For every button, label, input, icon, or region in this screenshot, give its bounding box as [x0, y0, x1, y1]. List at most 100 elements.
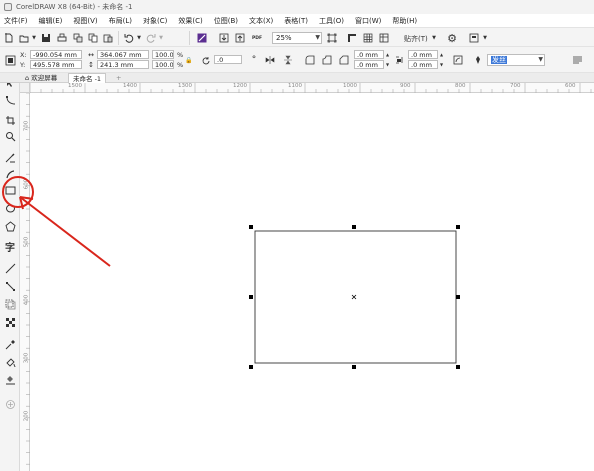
- corner-radius-bottom-right[interactable]: .0 mm: [408, 60, 438, 69]
- show-rulers-icon[interactable]: [346, 32, 358, 44]
- save-icon[interactable]: [40, 32, 52, 44]
- menu-window[interactable]: 窗口(W): [355, 16, 381, 26]
- launcher-dropdown-icon[interactable]: ▼: [482, 33, 488, 43]
- add-tab-button[interactable]: +: [112, 73, 125, 83]
- redo-icon[interactable]: [145, 32, 157, 44]
- vertical-ruler[interactable]: 700 600 500 400 300 200: [20, 93, 30, 471]
- menu-object[interactable]: 对象(C): [143, 16, 167, 26]
- selection-handle[interactable]: [352, 365, 356, 369]
- show-guidelines-icon[interactable]: [378, 32, 390, 44]
- spinner-arrows-icon[interactable]: ▲: [385, 50, 390, 59]
- drop-shadow-tool-icon[interactable]: [3, 297, 17, 311]
- selection-handle[interactable]: [249, 365, 253, 369]
- undo-dropdown-icon[interactable]: ▼: [136, 33, 142, 43]
- ellipse-tool-icon[interactable]: [3, 201, 17, 215]
- text-tool-icon[interactable]: 字: [3, 239, 17, 254]
- snap-to-dropdown-icon[interactable]: ▼: [431, 33, 437, 43]
- menu-file[interactable]: 文件(F): [4, 16, 28, 26]
- transparency-tool-icon[interactable]: [3, 315, 17, 329]
- selection-handle[interactable]: [456, 365, 460, 369]
- shape-tool-icon[interactable]: [3, 93, 17, 107]
- snap-to-button[interactable]: 贴齐(T): [404, 34, 428, 44]
- undo-icon[interactable]: [123, 32, 135, 44]
- menu-edit[interactable]: 编辑(E): [39, 16, 63, 26]
- height-field[interactable]: 241.3 mm: [97, 60, 149, 69]
- redo-dropdown-icon[interactable]: ▼: [158, 33, 164, 43]
- selection-handle[interactable]: [352, 225, 356, 229]
- freehand-tool-icon[interactable]: [3, 151, 17, 165]
- menu-table[interactable]: 表格(T): [284, 16, 308, 26]
- color-eyedropper-tool-icon[interactable]: [3, 337, 17, 351]
- show-grid-icon[interactable]: [362, 32, 374, 44]
- y-position-field[interactable]: 495.578 mm: [30, 60, 82, 69]
- spinner-arrows-icon[interactable]: ▼: [385, 60, 390, 69]
- lock-ratio-icon[interactable]: 🔒: [185, 55, 193, 65]
- selection-handle[interactable]: [456, 295, 460, 299]
- chamfer-corner-icon[interactable]: [338, 54, 350, 66]
- options-gear-icon[interactable]: ⚙: [446, 32, 458, 45]
- tab-welcome-screen[interactable]: ⌂ 欢迎屏幕: [21, 73, 61, 83]
- copy-icon[interactable]: [87, 32, 99, 44]
- round-corner-icon[interactable]: [304, 54, 316, 66]
- open-folder-icon[interactable]: [18, 32, 30, 44]
- polygon-tool-icon[interactable]: [3, 219, 17, 233]
- zoom-level-combo[interactable]: 25% ▼: [272, 32, 322, 44]
- add-tool-plus-icon[interactable]: [3, 397, 17, 411]
- rectangle-shape[interactable]: [254, 230, 457, 364]
- rotation-angle-field[interactable]: .0: [214, 55, 242, 64]
- relative-corner-scaling-icon[interactable]: [452, 54, 464, 66]
- selection-handle[interactable]: [249, 225, 253, 229]
- horizontal-ruler[interactable]: 1500 1400 1300 1200 1100 1000 900 800 70…: [30, 83, 594, 93]
- ruler-label: 1100: [288, 83, 302, 89]
- corner-radius-bottom-left[interactable]: .0 mm: [354, 60, 384, 69]
- mirror-horizontal-icon[interactable]: [264, 54, 276, 66]
- spinner-arrows-icon[interactable]: ▲: [439, 50, 444, 59]
- selection-handle[interactable]: [456, 225, 460, 229]
- object-origin-icon[interactable]: [3, 53, 17, 67]
- application-launcher-icon[interactable]: [468, 32, 480, 44]
- tab-document[interactable]: 未命名 -1: [68, 73, 107, 83]
- interactive-fill-tool-icon[interactable]: [3, 355, 17, 369]
- paste-icon[interactable]: [102, 32, 114, 44]
- new-document-icon[interactable]: [3, 32, 15, 44]
- menu-tools[interactable]: 工具(O): [319, 16, 344, 26]
- print-icon[interactable]: [56, 32, 68, 44]
- export-icon[interactable]: [234, 32, 246, 44]
- mirror-vertical-icon[interactable]: [282, 54, 294, 66]
- outline-width-combo[interactable]: 发丝 ▼: [487, 54, 545, 66]
- crop-tool-icon[interactable]: [3, 113, 17, 127]
- ruler-origin[interactable]: [20, 83, 30, 93]
- x-position-field[interactable]: -990.054 mm: [30, 50, 82, 59]
- ruler-label: 1200: [233, 83, 247, 89]
- parallel-dimension-tool-icon[interactable]: [3, 261, 17, 275]
- selection-handle[interactable]: [249, 295, 253, 299]
- import-icon[interactable]: [218, 32, 230, 44]
- document-tab-bar: ⌂ 欢迎屏幕 未命名 -1 +: [0, 73, 594, 83]
- scale-width-field[interactable]: 100.0: [152, 50, 174, 59]
- menu-bitmaps[interactable]: 位图(B): [214, 16, 238, 26]
- open-dropdown-icon[interactable]: ▼: [31, 33, 37, 43]
- corner-lock-icon[interactable]: [393, 54, 405, 66]
- full-screen-preview-icon[interactable]: [326, 32, 338, 44]
- menu-layout[interactable]: 布局(L): [109, 16, 132, 26]
- drawing-canvas[interactable]: [31, 94, 594, 471]
- connector-tool-icon[interactable]: [3, 279, 17, 293]
- artistic-media-tool-icon[interactable]: [3, 167, 17, 181]
- rectangle-tool-icon[interactable]: [3, 183, 17, 197]
- menu-text[interactable]: 文本(X): [249, 16, 273, 26]
- corner-radius-top-right[interactable]: .0 mm: [408, 50, 438, 59]
- zoom-tool-icon[interactable]: [3, 129, 17, 143]
- cut-icon[interactable]: [72, 32, 84, 44]
- spinner-arrows-icon[interactable]: ▼: [439, 60, 444, 69]
- corner-radius-top-left[interactable]: .0 mm: [354, 50, 384, 59]
- scallop-corner-icon[interactable]: [321, 54, 333, 66]
- wrap-text-icon[interactable]: [570, 54, 584, 66]
- menu-view[interactable]: 视图(V): [73, 16, 97, 26]
- smart-fill-tool-icon[interactable]: [3, 372, 17, 386]
- menu-effects[interactable]: 效果(C): [178, 16, 202, 26]
- menu-help[interactable]: 帮助(H): [392, 16, 417, 26]
- search-content-icon[interactable]: [196, 32, 208, 44]
- width-field[interactable]: 364.067 mm: [97, 50, 149, 59]
- publish-pdf-icon[interactable]: PDF: [250, 31, 264, 45]
- scale-height-field[interactable]: 100.0: [152, 60, 174, 69]
